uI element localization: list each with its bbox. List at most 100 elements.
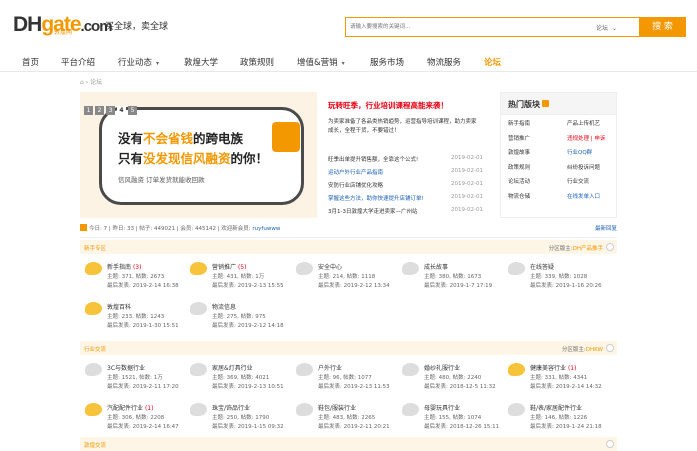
hot-link[interactable]: 新手指南 xyxy=(508,119,530,127)
hot-link[interactable]: 纠纷投诉问题 xyxy=(567,163,600,171)
forum-board[interactable]: 鞋/表/家居配件行业 主题: 146, 帖数: 1226 最后发表: 2019-1… xyxy=(508,403,608,441)
forum-board[interactable]: 母婴玩具行业 主题: 155, 帖数: 1074 最后发表: 2018-12-26… xyxy=(402,403,502,441)
forum-board[interactable]: 物流信息 主题: 275, 帖数: 975 最后发表: 2019-2-12 14:… xyxy=(190,302,290,340)
forum-name[interactable]: 家居&灯具行业 xyxy=(212,363,253,372)
forum-name[interactable]: 鞋/表/家居配件行业 xyxy=(530,403,582,412)
forum-name[interactable]: 物流信息 xyxy=(212,302,236,311)
forum-bubble-icon xyxy=(402,363,419,376)
hot-link[interactable]: 敦煌故事 xyxy=(508,148,530,156)
forum-stats-text: 主题: 306, 帖数: 2208 xyxy=(107,415,165,421)
forum-board[interactable]: 安全中心 主题: 214, 帖数: 1118 最后发表: 2019-2-12 13… xyxy=(296,262,396,300)
section-title[interactable]: 行业交流 xyxy=(84,345,106,353)
hot-link[interactable]: 违规处理 | 申诉 xyxy=(567,134,605,142)
forum-bubble-icon xyxy=(296,262,313,275)
hot-link[interactable]: 行业交流 xyxy=(567,177,589,185)
pager-dot-active[interactable]: 4 xyxy=(117,106,126,115)
search-scope-select[interactable]: 论坛 ⌄ xyxy=(596,23,617,32)
collapse-toggle-icon[interactable] xyxy=(606,243,614,251)
hot-link[interactable]: 物流仓储 xyxy=(508,192,530,200)
nav-home[interactable]: 首页 xyxy=(22,56,39,68)
forum-name[interactable]: 成长故事 xyxy=(424,262,448,271)
forum-name[interactable]: 营销推广 (5) xyxy=(212,262,246,271)
nav-value-marketing[interactable]: 增值&营销 ▾ xyxy=(297,56,345,68)
forum-name[interactable]: 在线答疑 xyxy=(530,262,554,271)
hot-row: 论坛活动 行业交流 xyxy=(501,173,616,188)
forum-board[interactable]: 新手指南 (3) 主题: 371, 帖数: 2673 最后发表: 2019-2-14… xyxy=(85,262,185,300)
news-headline[interactable]: 玩转旺季，行业培训课程高能来袭！ xyxy=(328,100,488,111)
forum-name[interactable]: 汽配配件行业 (1) xyxy=(107,403,153,412)
nav-platform-intro[interactable]: 平台介绍 xyxy=(61,56,95,68)
forum-bubble-icon xyxy=(85,262,102,275)
forum-stats-text: 主题: 431, 帖数: 1万 xyxy=(212,274,265,280)
hot-link[interactable]: 在线发单入口 xyxy=(567,192,600,200)
forum-name[interactable]: 健康美容行业 (1) xyxy=(530,363,576,372)
nav-service-market[interactable]: 服务市场 xyxy=(370,56,404,68)
nav-policy-rules[interactable]: 政策规则 xyxy=(240,56,274,68)
forum-stats-text: 主题: 331, 帖数: 4341 xyxy=(530,375,588,381)
section-header: 新手专区 分区版主:DH产品推手 xyxy=(80,240,617,254)
nav-dh-university[interactable]: 敦煌大学 xyxy=(184,56,218,68)
forum-name[interactable]: 敦煌百科 xyxy=(107,302,131,311)
section-moderator: 分区版主:DH产品推手 xyxy=(548,246,603,252)
forum-name[interactable]: 鞋包/服装行业 xyxy=(318,403,356,412)
section-title[interactable]: 新手专区 xyxy=(84,244,106,252)
news-item[interactable]: 3月1-3日敦煌大学走进卖家—广州站 2019-02-01 xyxy=(328,207,490,220)
moderator-link[interactable]: DHKW xyxy=(586,347,603,353)
news-item-date: 2019-02-01 xyxy=(451,181,483,187)
search-button[interactable]: 搜 索 xyxy=(639,17,686,37)
forum-name[interactable]: 婚纱礼服行业 xyxy=(424,363,460,372)
nav-logistics[interactable]: 物流服务 xyxy=(427,56,461,68)
collapse-toggle-icon[interactable] xyxy=(606,344,614,352)
forum-name[interactable]: 3C与数据行业 xyxy=(107,363,145,372)
pager-dot[interactable]: 3 xyxy=(106,106,115,115)
forum-name[interactable]: 新手指南 (3) xyxy=(107,262,141,271)
forum-name[interactable]: 母婴玩具行业 xyxy=(424,403,460,412)
hot-link[interactable]: 论坛活动 xyxy=(508,177,530,185)
section-title[interactable]: 敦煌交流 xyxy=(84,441,106,449)
breadcrumb-current[interactable]: 论坛 xyxy=(90,79,102,86)
hot-link[interactable]: 政策规则 xyxy=(508,163,530,171)
forum-board[interactable]: 汽配配件行业 (1) 主题: 306, 帖数: 2208 最后发表: 2019-2-… xyxy=(85,403,185,441)
forum-board[interactable]: 家居&灯具行业 主题: 369, 帖数: 4021 最后发表: 2019-2-13… xyxy=(190,363,290,401)
news-item[interactable]: 运动户外行业产品指南 2019-02-01 xyxy=(328,168,490,181)
forum-bubble-icon xyxy=(508,262,525,275)
forum-board[interactable]: 敦煌百科 主题: 233, 帖数: 1243 最后发表: 2019-1-30 15… xyxy=(85,302,185,340)
newest-member-link[interactable]: ruyfuwww xyxy=(252,226,280,232)
section-header: 敦煌交流 xyxy=(80,437,617,451)
hot-link[interactable]: 产品上传机艺 xyxy=(567,119,600,127)
forum-board[interactable]: 在线答疑 主题: 339, 帖数: 1028 最后发表: 2019-1-16 20… xyxy=(508,262,608,300)
forum-last-post: 最后发表: 2019-2-14 16:38 xyxy=(107,283,179,289)
forum-board[interactable]: 鞋包/服装行业 主题: 483, 帖数: 2265 最后发表: 2019-2-11… xyxy=(296,403,396,441)
pager-dot[interactable]: 1 xyxy=(84,106,93,115)
news-item[interactable]: 掌握这些方法，助你快速提升店铺订单! 2019-02-01 xyxy=(328,194,490,207)
latest-replies-link[interactable]: 最新回复 xyxy=(595,224,617,232)
forum-stats-text: 主题: 483, 帖数: 2265 xyxy=(318,415,376,421)
forum-board[interactable]: 婚纱礼服行业 主题: 480, 帖数: 2240 最后发表: 2018-12-5 … xyxy=(402,363,502,401)
moderator-link[interactable]: DH产品推手 xyxy=(573,246,603,252)
banner-line-2: 只有没发现信风融资的你！ xyxy=(118,151,269,166)
news-item[interactable]: 安防行业店铺优化攻略 2019-02-01 xyxy=(328,181,490,194)
nav-industry-news[interactable]: 行业动态 ▾ xyxy=(118,56,159,68)
forum-last-post: 最后发表: 2019-2-12 13:34 xyxy=(318,283,390,289)
hot-link[interactable]: 营销推广 xyxy=(508,134,530,142)
home-icon[interactable]: ⌂ xyxy=(80,79,84,86)
forum-board[interactable]: 户外行业 主题: 96, 帖数: 1077 最后发表: 2019-2-13 11:… xyxy=(296,363,396,401)
forum-bubble-icon xyxy=(190,403,207,416)
news-list: 旺季出单提升销售额，全靠这个公式! 2019-02-01 运动户外行业产品指南 201… xyxy=(328,155,490,220)
pager-dot[interactable]: 5 xyxy=(128,106,137,115)
forum-board[interactable]: 健康美容行业 (1) 主题: 331, 帖数: 4341 最后发表: 2019-2-… xyxy=(508,363,608,401)
forum-name[interactable]: 安全中心 xyxy=(318,262,342,271)
forum-name[interactable]: 珠宝/饰品行业 xyxy=(212,403,250,412)
news-item-title: 掌握这些方法，助你快速提升店铺订单! xyxy=(328,196,424,202)
nav-forum[interactable]: 论坛 xyxy=(484,56,501,68)
news-item[interactable]: 旺季出单提升销售额，全靠这个公式! 2019-02-01 xyxy=(328,155,490,168)
forum-board[interactable]: 营销推广 (5) 主题: 431, 帖数: 1万 最后发表: 2019-2-13 1… xyxy=(190,262,290,300)
forum-name[interactable]: 户外行业 xyxy=(318,363,342,372)
forum-board[interactable]: 珠宝/饰品行业 主题: 250, 帖数: 1790 最后发表: 2019-1-15… xyxy=(190,403,290,441)
pager-dot[interactable]: 2 xyxy=(95,106,104,115)
hot-link[interactable]: 行业QQ群 xyxy=(567,148,592,156)
forum-board[interactable]: 成长故事 主题: 380, 帖数: 1673 最后发表: 2019-1-7 17:… xyxy=(402,262,502,300)
forum-board[interactable]: 3C与数据行业 主题: 1521, 帖数: 1万 最后发表: 2019-2-11 … xyxy=(85,363,185,401)
search-input[interactable] xyxy=(350,18,570,36)
section-header: 行业交流 分区版主:DHKW xyxy=(80,341,617,355)
